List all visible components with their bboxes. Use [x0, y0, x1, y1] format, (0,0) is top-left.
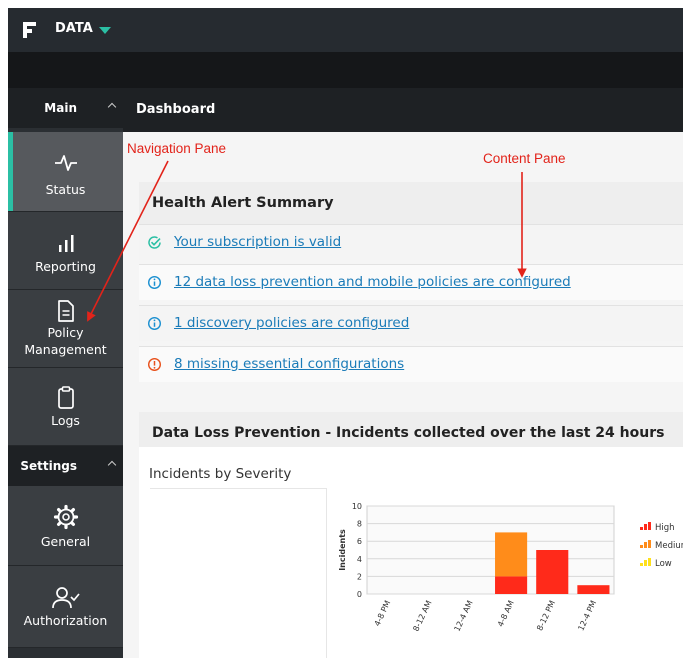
annotation-arrows — [87, 160, 527, 322]
app-window: DATA Main Status Reporting Policy Manage… — [8, 8, 683, 658]
annotation-arrow-navigation — [87, 160, 169, 322]
